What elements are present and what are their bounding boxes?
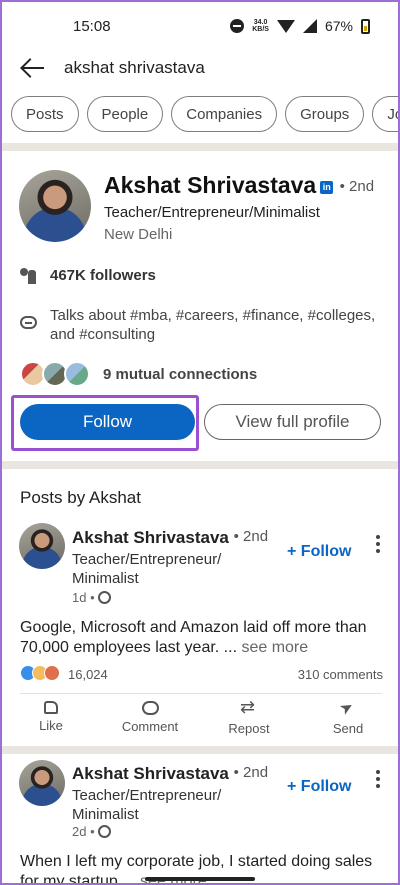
battery-percent: 67%: [324, 18, 353, 34]
post-author-name[interactable]: Akshat Shrivastava: [72, 764, 229, 783]
repost-icon: [240, 697, 258, 718]
status-bar: 15:08 34.0 KB/S 67%: [0, 0, 400, 52]
filter-chips: Posts People Companies Groups Jo: [0, 96, 400, 140]
battery-icon: [361, 18, 370, 34]
profile-avatar[interactable]: [19, 170, 91, 242]
reaction-icons[interactable]: [20, 665, 65, 683]
talks-about-icon: [20, 316, 37, 329]
section-divider: [0, 746, 400, 754]
post-age: 2d •: [72, 824, 95, 839]
post-author-row[interactable]: Akshat Shrivastava • 2nd: [72, 528, 268, 548]
back-arrow-icon[interactable]: [20, 58, 46, 78]
see-more-link[interactable]: see more: [237, 639, 308, 656]
send-icon: [339, 701, 357, 717]
post-text[interactable]: Google, Microsoft and Amazon laid off mo…: [20, 618, 385, 658]
followers-icon: [20, 268, 38, 284]
post-author-headline: Teacher/Entrepreneur/ Minimalist: [72, 787, 222, 823]
like-action[interactable]: Like: [11, 701, 91, 733]
post-age: 1d •: [72, 590, 95, 605]
celebrate-reaction-icon: [44, 665, 60, 681]
post-author-degree: • 2nd: [233, 528, 269, 545]
mutual-avatar: [64, 361, 90, 387]
more-options-icon[interactable]: [376, 535, 380, 553]
search-bar: akshat shrivastava: [0, 52, 400, 84]
post-follow-button[interactable]: + Follow: [287, 543, 351, 561]
post-meta: 1d •: [72, 590, 111, 605]
profile-location: New Delhi: [104, 226, 173, 243]
view-full-profile-button[interactable]: View full profile: [204, 404, 381, 440]
status-time: 15:08: [73, 17, 111, 35]
filter-chip-companies[interactable]: Companies: [171, 96, 278, 132]
mutual-connections[interactable]: 9 mutual connections: [103, 366, 257, 383]
like-label: Like: [39, 718, 63, 733]
post-author-degree: • 2nd: [233, 764, 269, 781]
comment-count[interactable]: 310 comments: [298, 667, 383, 682]
repost-action[interactable]: Repost: [209, 697, 289, 736]
post-author-avatar[interactable]: [19, 760, 65, 806]
post-author-row[interactable]: Akshat Shrivastava • 2nd: [72, 764, 268, 784]
globe-icon: [97, 825, 111, 838]
repost-label: Repost: [228, 721, 270, 736]
post-meta: 2d •: [72, 824, 111, 839]
reaction-count[interactable]: 16,024: [68, 667, 108, 682]
send-action[interactable]: Send: [308, 701, 388, 736]
section-divider: [0, 461, 400, 469]
section-divider: [0, 143, 400, 151]
send-label: Send: [332, 721, 364, 736]
filter-chip-groups[interactable]: Groups: [285, 96, 365, 132]
filter-chip-jobs[interactable]: Jo: [372, 96, 400, 132]
network-speed-unit: KB/S: [252, 26, 269, 33]
profile-name-row[interactable]: Akshat Shrivastava in • 2nd: [104, 172, 374, 199]
post-follow-button[interactable]: + Follow: [287, 778, 351, 796]
do-not-disturb-icon: [230, 19, 245, 33]
mutual-avatars: [20, 361, 90, 387]
signal-icon: [302, 19, 317, 33]
posts-section-title: Posts by Akshat: [20, 488, 141, 507]
post-body: Google, Microsoft and Amazon laid off mo…: [20, 619, 367, 656]
comment-icon: [141, 701, 159, 715]
filter-chip-people[interactable]: People: [86, 96, 164, 132]
post-divider: [20, 693, 382, 694]
comment-label: Comment: [121, 719, 179, 734]
network-speed: 34.0 KB/S: [252, 19, 269, 33]
post-author-headline: Teacher/Entrepreneur/ Minimalist: [72, 551, 222, 587]
post-author-name[interactable]: Akshat Shrivastava: [72, 528, 229, 547]
followers-count: 467K followers: [50, 267, 156, 284]
profile-name[interactable]: Akshat Shrivastava: [104, 172, 316, 198]
follow-button[interactable]: Follow: [20, 404, 195, 440]
home-indicator[interactable]: [145, 877, 255, 881]
search-input[interactable]: akshat shrivastava: [64, 58, 205, 78]
wifi-icon: [276, 19, 295, 33]
profile-headline: Teacher/Entrepreneur/Minimalist: [104, 204, 320, 221]
network-speed-value: 34.0: [253, 19, 268, 26]
like-icon: [44, 701, 58, 714]
post-author-avatar[interactable]: [19, 523, 65, 569]
talks-about: Talks about #mba, #careers, #finance, #c…: [50, 307, 376, 343]
status-icons: 34.0 KB/S 67%: [230, 18, 370, 34]
linkedin-badge-icon: in: [320, 181, 334, 194]
filter-chip-posts[interactable]: Posts: [11, 96, 79, 132]
connection-degree: • 2nd: [339, 178, 375, 195]
comment-action[interactable]: Comment: [110, 701, 190, 734]
more-options-icon[interactable]: [376, 770, 380, 788]
globe-icon: [97, 591, 111, 604]
